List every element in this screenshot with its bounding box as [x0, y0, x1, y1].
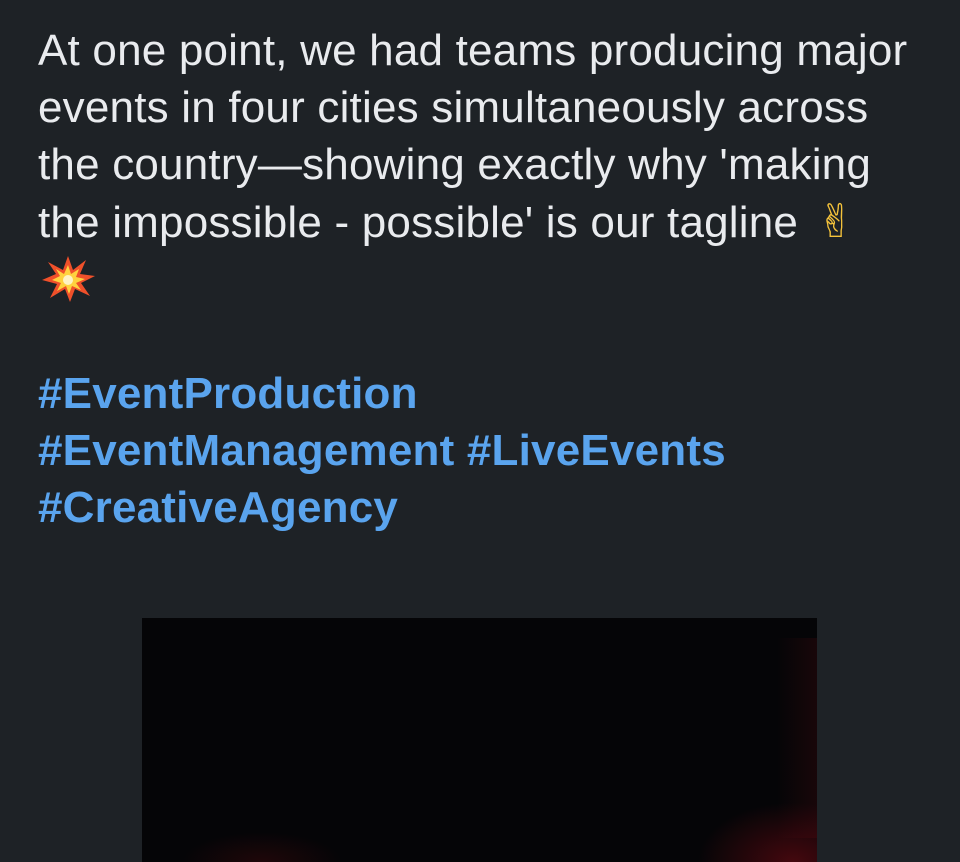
- victory-hand-icon: ✌: [816, 194, 856, 248]
- hashtag-event-management[interactable]: #EventManagement: [38, 426, 454, 475]
- hashtag-live-events[interactable]: #LiveEvents: [467, 426, 726, 475]
- post-text-content: At one point, we had teams producing maj…: [38, 26, 920, 247]
- media-glow-left: [182, 832, 342, 862]
- hashtag-list: #EventProduction #EventManagement #LiveE…: [38, 365, 928, 536]
- post-media-video[interactable]: [142, 618, 817, 862]
- hashtag-event-production[interactable]: #EventProduction: [38, 369, 418, 418]
- post-text: At one point, we had teams producing maj…: [38, 22, 928, 308]
- media-glow: [697, 802, 817, 862]
- post-body: At one point, we had teams producing maj…: [38, 22, 928, 536]
- hashtag-creative-agency[interactable]: #CreativeAgency: [38, 483, 398, 532]
- collision-icon: [40, 254, 96, 304]
